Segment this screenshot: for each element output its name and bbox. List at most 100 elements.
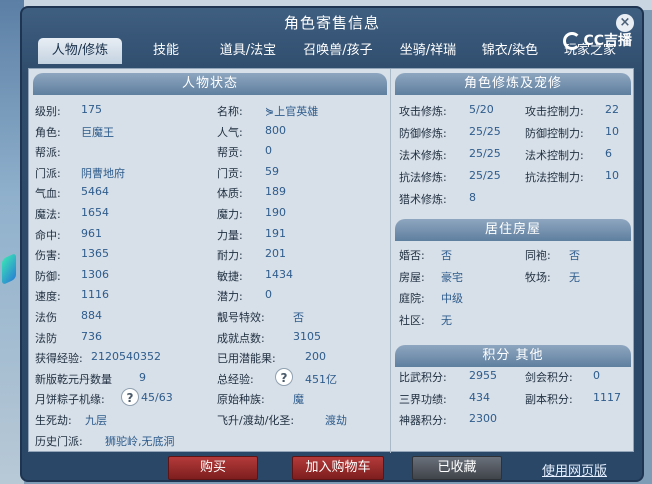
cultivation-label: 攻击控制力:	[525, 105, 584, 118]
status-label: 名称:	[217, 105, 243, 118]
status-value: 1365	[81, 247, 109, 260]
status-value: 800	[265, 124, 286, 137]
status-value: 巨魔王	[81, 126, 114, 139]
tab-mounts[interactable]: 坐骑/祥瑞	[386, 38, 470, 64]
house-label: 牧场:	[525, 271, 551, 284]
status-value: 59	[265, 165, 279, 178]
points-value: 2955	[469, 369, 497, 382]
status-label: 法防	[35, 332, 57, 345]
favorited-button[interactable]: 已收藏	[412, 456, 502, 480]
status-value: 阴曹地府	[81, 167, 125, 180]
status-value: 1306	[81, 268, 109, 281]
cultivation-value: 8	[469, 191, 476, 204]
status-label: 总经验:	[217, 373, 254, 386]
house-value: 中级	[441, 292, 463, 305]
points-panel-header: 积分 其他	[395, 345, 631, 367]
tab-bar: 人物/修炼 技能 道具/法宝 召唤兽/孩子 坐骑/祥瑞 锦衣/染色 玩家之家	[32, 38, 632, 64]
tab-summons[interactable]: 召唤兽/孩子	[292, 38, 384, 64]
status-value: 175	[81, 103, 102, 116]
status-value: 190	[265, 206, 286, 219]
status-value: 884	[81, 309, 102, 322]
house-value: 否	[441, 249, 452, 262]
column-divider	[390, 69, 391, 453]
cultivation-value: 22	[605, 103, 619, 116]
status-value: ⋟上官英雄	[265, 105, 319, 118]
status-value: 魔	[293, 393, 304, 406]
status-label: 门派:	[35, 167, 61, 180]
house-label: 庭院:	[399, 292, 425, 305]
cultivation-value: 5/20	[469, 103, 494, 116]
cultivation-label: 防御修炼:	[399, 127, 447, 140]
status-label: 敏捷:	[217, 270, 243, 283]
status-label: 魔法:	[35, 208, 61, 221]
status-label: 生死劫:	[35, 414, 72, 427]
status-label: 飞升/渡劫/化圣:	[217, 414, 295, 427]
status-value: 1116	[81, 288, 109, 301]
trade-info-window: 角色寄售信息 × CC吉播 人物/修炼 技能 道具/法宝 召唤兽/孩子 坐骑/祥…	[20, 6, 644, 482]
house-value: 豪宅	[441, 271, 463, 284]
status-label: 帮派:	[35, 146, 61, 159]
status-value: 否	[293, 311, 304, 324]
house-label: 房屋:	[399, 271, 425, 284]
points-value: 0	[593, 369, 600, 382]
status-value: 5464	[81, 185, 109, 198]
status-label: 速度:	[35, 290, 61, 303]
buy-button[interactable]: 购买	[168, 456, 258, 480]
cultivation-label: 抗法控制力:	[525, 171, 584, 184]
status-label: 月饼粽子机缘:	[35, 393, 105, 406]
status-value: 狮驼岭,无底洞	[105, 435, 175, 448]
house-panel-header: 居住房屋	[395, 219, 631, 241]
status-value: 451亿	[305, 373, 337, 386]
cultivation-value: 10	[605, 125, 619, 138]
content-panel: 人物状态 角色修炼及宠修 居住房屋 积分 其他 级别: 175 名称: ⋟上官英雄 角色…	[28, 68, 634, 453]
tab-character[interactable]: 人物/修炼	[38, 38, 122, 64]
add-to-cart-button[interactable]: 加入购物车	[292, 456, 384, 480]
tab-home[interactable]: 玩家之家	[556, 38, 624, 64]
status-panel-header: 人物状态	[33, 73, 387, 95]
cultivation-label: 抗法修炼:	[399, 171, 447, 184]
points-label: 剑会积分:	[525, 371, 573, 384]
cultivation-value: 10	[605, 169, 619, 182]
cultivation-label: 攻击修炼:	[399, 105, 447, 118]
status-value: 渡劫	[325, 414, 347, 427]
cultivation-label: 法术控制力:	[525, 149, 584, 162]
status-label: 魔力:	[217, 208, 243, 221]
status-value: 1434	[265, 268, 293, 281]
status-label: 历史门派:	[35, 435, 83, 448]
house-value: 无	[441, 314, 452, 327]
points-value: 1117	[593, 391, 621, 404]
cultivation-value: 25/25	[469, 169, 501, 182]
cultivation-label: 猎术修炼:	[399, 193, 447, 206]
status-value: 九层	[85, 414, 107, 427]
points-label: 三界功绩:	[399, 393, 447, 406]
status-label: 获得经验:	[35, 352, 83, 365]
web-version-link[interactable]: 使用网页版	[542, 460, 607, 479]
status-label: 新版乾元丹数量	[35, 373, 112, 386]
points-label: 比武积分:	[399, 371, 447, 384]
status-label: 命中:	[35, 229, 61, 242]
status-value: 0	[265, 288, 272, 301]
status-label: 力量:	[217, 229, 243, 242]
house-value: 否	[569, 249, 580, 262]
cultivation-value: 25/25	[469, 147, 501, 160]
tab-costumes[interactable]: 锦衣/染色	[472, 38, 548, 64]
status-label: 体质:	[217, 187, 243, 200]
status-label: 级别:	[35, 105, 61, 118]
tab-items[interactable]: 道具/法宝	[208, 38, 288, 64]
points-value: 2300	[469, 412, 497, 425]
status-label: 潜力:	[217, 290, 243, 303]
status-label: 成就点数:	[217, 332, 265, 345]
window-title: 角色寄售信息	[283, 14, 380, 32]
status-value: 9	[139, 371, 146, 384]
status-label: 门贡:	[217, 167, 243, 180]
status-value: 45/63	[141, 391, 173, 404]
tab-skills[interactable]: 技能	[138, 38, 194, 64]
cultivation-label: 法术修炼:	[399, 149, 447, 162]
cultivation-value: 25/25	[469, 125, 501, 138]
house-label: 同袍:	[525, 249, 551, 262]
status-label: 法伤	[35, 311, 57, 324]
status-value: 736	[81, 330, 102, 343]
help-icon[interactable]: ?	[275, 368, 293, 386]
help-icon[interactable]: ?	[121, 388, 139, 406]
status-value: 3105	[293, 330, 321, 343]
